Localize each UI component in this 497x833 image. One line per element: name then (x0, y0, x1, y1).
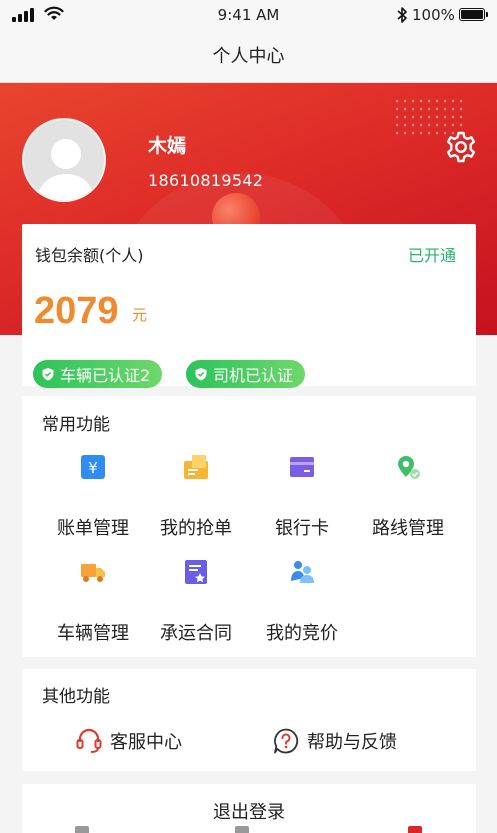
grid-item-label: 路线管理 (372, 518, 444, 539)
grid-item-my-orders[interactable]: 我的抢单 (140, 454, 252, 540)
shield-check-icon (195, 368, 207, 381)
wallet-unit: 元 (132, 306, 148, 324)
other-item-label: 帮助与反馈 (307, 732, 397, 753)
customer-service-button[interactable]: 客服中心 (75, 727, 182, 755)
grid-item-route-management[interactable]: 路线管理 (352, 454, 464, 540)
tab-profile-icon[interactable] (408, 826, 422, 833)
grid-item-bank-card[interactable]: 银行卡 (246, 454, 358, 540)
common-functions-card: 常用功能 ¥ 账单管理 我的抢单 银行卡 路线管理 车辆管理 承运合同 我的竞价 (22, 396, 476, 657)
section-title: 常用功能 (42, 415, 110, 435)
battery-percent: 100% (412, 6, 455, 24)
help-feedback-button[interactable]: 帮助与反馈 (272, 727, 397, 755)
headset-icon (76, 728, 102, 753)
truck-icon (81, 564, 105, 582)
status-bar: 9:41 AM 100% (0, 0, 497, 30)
grid-item-label: 承运合同 (160, 623, 232, 644)
svg-text:¥: ¥ (88, 459, 98, 477)
shield-check-icon (42, 368, 54, 381)
avatar-placeholder-icon (24, 120, 104, 200)
settings-gear-icon[interactable] (444, 130, 478, 164)
tab-home-icon[interactable] (75, 826, 89, 833)
grid-item-vehicle-management[interactable]: 车辆管理 (37, 559, 149, 645)
grid-item-label: 车辆管理 (57, 623, 129, 644)
grid-item-bill-management[interactable]: ¥ 账单管理 (37, 454, 149, 540)
tab-orders-icon[interactable] (235, 826, 249, 833)
bidding-icon (291, 561, 314, 583)
bluetooth-icon (397, 7, 407, 23)
page-title: 个人中心 (212, 46, 285, 67)
user-phone: 18610819542 (148, 171, 264, 190)
battery-icon (459, 8, 488, 21)
avatar[interactable] (22, 118, 106, 202)
section-title: 其他功能 (42, 687, 110, 707)
grid-item-contract[interactable]: 承运合同 (140, 559, 252, 645)
nav-bar: 个人中心 (0, 30, 497, 83)
driver-verified-badge[interactable]: 司机已认证 (186, 360, 306, 388)
user-name: 木嫣 (148, 135, 187, 157)
help-icon (274, 728, 299, 754)
badge-label: 车辆已认证2 (60, 366, 151, 385)
contract-icon (185, 560, 207, 584)
wallet-label: 钱包余额(个人) (35, 246, 144, 265)
badge-label: 司机已认证 (213, 366, 294, 385)
grid-item-label: 银行卡 (275, 518, 329, 539)
grid-item-label: 我的竞价 (266, 623, 338, 644)
other-item-label: 客服中心 (110, 732, 182, 753)
route-icon (398, 456, 420, 479)
bill-icon: ¥ (81, 455, 105, 479)
vehicle-verified-badge[interactable]: 车辆已认证2 (33, 360, 163, 388)
grid-item-label: 账单管理 (57, 518, 129, 539)
bank-card-icon (290, 457, 314, 477)
wallet-amount: 2079 (34, 290, 119, 332)
grab-order-icon (184, 455, 208, 479)
grid-item-my-bidding[interactable]: 我的竞价 (246, 559, 358, 645)
other-functions-card: 其他功能 客服中心 帮助与反馈 (22, 669, 476, 771)
logout-label: 退出登录 (213, 802, 285, 823)
grid-item-label: 我的抢单 (160, 518, 232, 539)
wallet-status: 已开通 (407, 246, 456, 265)
